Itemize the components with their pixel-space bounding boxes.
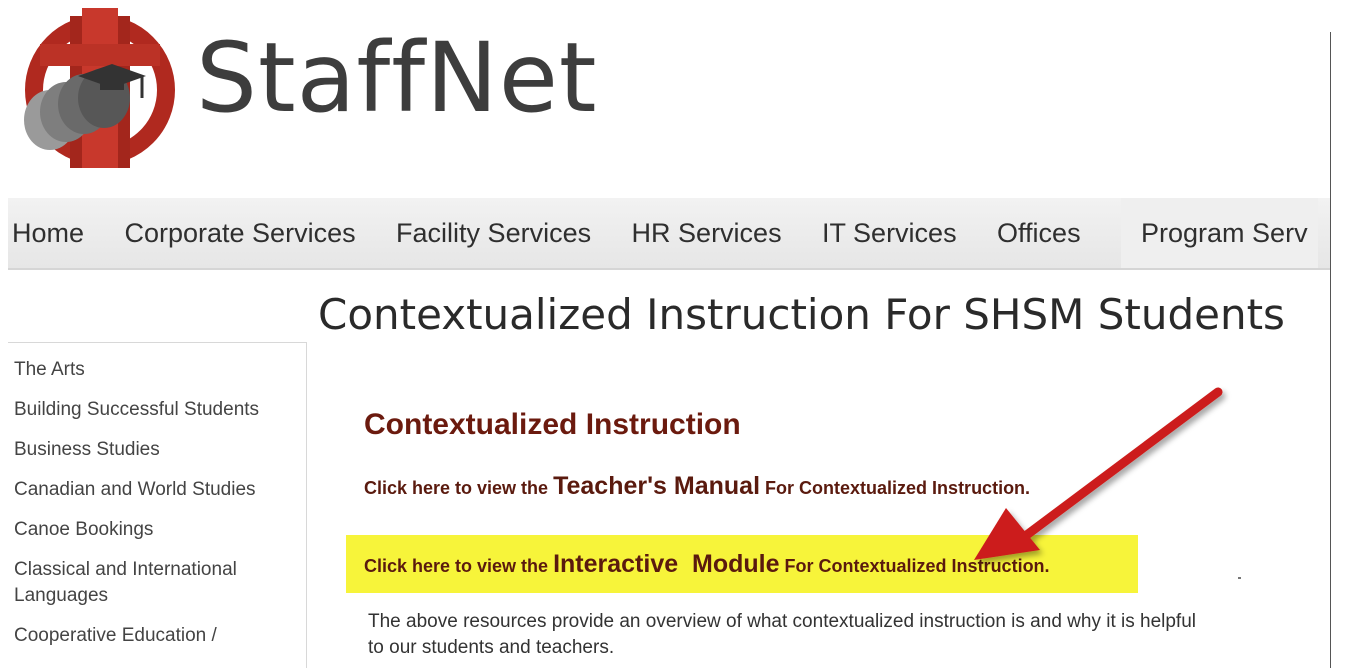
nav-home[interactable]: Home xyxy=(12,198,84,268)
nav-corporate-services[interactable]: Corporate Services xyxy=(124,198,355,268)
red-arrow-icon xyxy=(974,387,1223,560)
sidebar-item-canoe-bookings[interactable]: Canoe Bookings xyxy=(14,517,306,543)
sidebar-item-classical-and-international-languages[interactable]: Classical and International Languages xyxy=(14,557,306,609)
interactive-module-link[interactable]: Interactive Module xyxy=(553,550,779,578)
main-navigation: Home Corporate Services Facility Service… xyxy=(8,198,1330,270)
nav-offices[interactable]: Offices xyxy=(997,198,1081,268)
staffnet-logo-icon[interactable] xyxy=(8,8,188,168)
sidebar-item-the-arts[interactable]: The Arts xyxy=(14,357,306,383)
interactive-module-line[interactable]: Click here to view the Interactive Modul… xyxy=(364,550,1050,579)
nav-hr-services[interactable]: HR Services xyxy=(632,198,782,268)
teacher-manual-prefix[interactable]: Click here to view the xyxy=(364,478,548,498)
sidebar-item-cooperative-education[interactable]: Cooperative Education / xyxy=(14,623,306,649)
sidebar-item-business-studies[interactable]: Business Studies xyxy=(14,437,306,463)
sidebar-item-building-successful-students[interactable]: Building Successful Students xyxy=(14,397,306,423)
interactive-module-prefix[interactable]: Click here to view the xyxy=(364,556,548,576)
teacher-manual-link[interactable]: Teacher's Manual xyxy=(553,472,760,500)
nav-program-services[interactable]: Program Serv xyxy=(1121,198,1318,268)
staffnet-page: StaffNet Home Corporate Services Facilit… xyxy=(0,0,1347,668)
resources-description: The above resources provide an overview … xyxy=(368,611,1196,658)
stray-dot xyxy=(1238,577,1241,579)
sidebar-list: The Arts Building Successful Students Bu… xyxy=(8,343,306,649)
brand-name: StaffNet xyxy=(196,22,598,134)
page-border-line xyxy=(1330,32,1331,668)
sidebar: The Arts Building Successful Students Bu… xyxy=(8,342,307,668)
sidebar-item-canadian-and-world-studies[interactable]: Canadian and World Studies xyxy=(14,477,306,503)
nav-it-services[interactable]: IT Services xyxy=(822,198,957,268)
nav-facility-services[interactable]: Facility Services xyxy=(396,198,591,268)
page-title: Contextualized Instruction For SHSM Stud… xyxy=(318,290,1285,339)
